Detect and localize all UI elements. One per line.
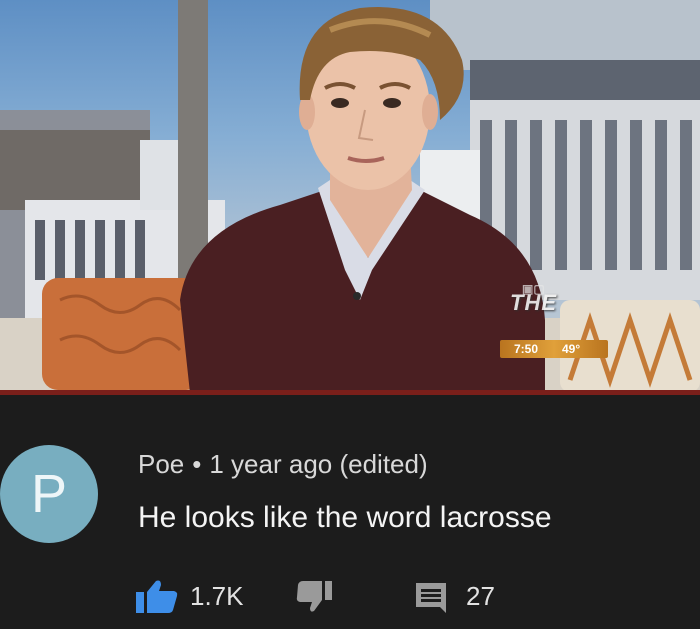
comment: P Poe • 1 year ago (edited) He looks like … bbox=[0, 395, 700, 629]
clock-time: 7:50 bbox=[514, 342, 539, 356]
station-logo: THE bbox=[510, 290, 557, 315]
time-temp-strip: 7:50 49° bbox=[500, 340, 608, 358]
comment-actions: 1.7K 27 bbox=[0, 575, 700, 619]
meme-screenshot: ▣▢ THE 7:50 49° P Poe • 1 year ago (edited… bbox=[0, 0, 700, 629]
comment-timestamp[interactable]: 1 year ago (edited) bbox=[209, 449, 427, 479]
comment-meta: Poe • 1 year ago (edited) bbox=[138, 449, 428, 480]
like-count: 1.7K bbox=[190, 581, 244, 611]
station-logo-bug: ▣▢ THE 7:50 49° bbox=[500, 282, 610, 360]
thumbs-down-icon[interactable] bbox=[296, 581, 332, 613]
temperature: 49° bbox=[562, 342, 581, 356]
reply-count: 27 bbox=[466, 581, 495, 611]
reply-comment-icon[interactable] bbox=[414, 581, 448, 613]
comment-text: He looks like the word lacrosse bbox=[138, 501, 552, 534]
author-name[interactable]: Poe bbox=[138, 449, 184, 479]
avatar[interactable]: P bbox=[0, 445, 98, 543]
meta-separator: • bbox=[192, 449, 202, 479]
video-still: ▣▢ THE 7:50 49° bbox=[0, 0, 700, 393]
thumbs-up-icon[interactable] bbox=[136, 579, 178, 613]
